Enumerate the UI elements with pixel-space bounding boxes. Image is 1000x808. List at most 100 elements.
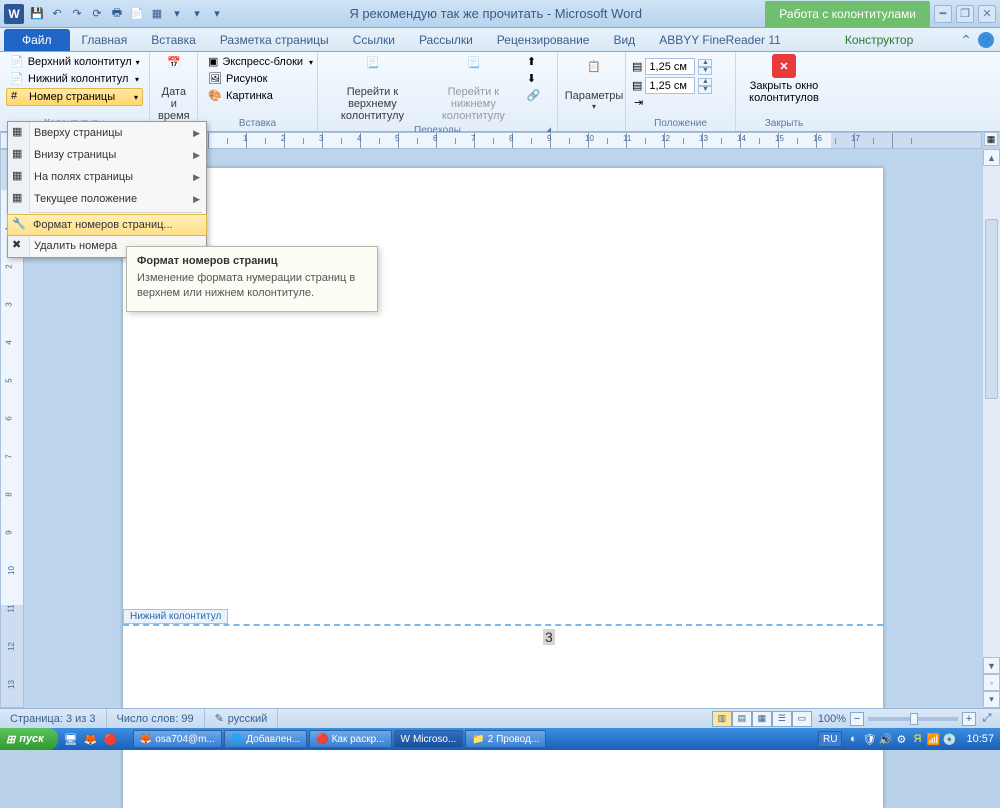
scroll-thumb[interactable] [985, 219, 998, 399]
chrome-icon: 🌐 [231, 734, 243, 745]
page-number-field[interactable]: 3 [543, 629, 555, 645]
task-item[interactable]: 🦊osa704@m... [133, 730, 222, 748]
tab-insert[interactable]: Вставка [139, 29, 208, 51]
close-button[interactable]: ✕ [978, 5, 996, 23]
qat-quickprint-icon[interactable]: 📄 [128, 5, 146, 23]
tab-design-context[interactable]: Конструктор [833, 29, 925, 51]
qat-new-icon[interactable]: ▦ [148, 5, 166, 23]
task-item[interactable]: WMicroso... [394, 730, 464, 748]
insert-tab-button[interactable]: ⇥ [632, 96, 729, 110]
tab-pagelayout[interactable]: Разметка страницы [208, 29, 341, 51]
view-print-layout[interactable]: ▥ [712, 711, 732, 727]
view-web[interactable]: ▦ [752, 711, 772, 727]
status-lang[interactable]: ✎русский [205, 709, 279, 728]
next-page-nav[interactable]: ▾ [983, 691, 1000, 708]
tray-icon[interactable]: 🛡 [862, 732, 876, 746]
file-tab[interactable]: Файл [4, 29, 70, 51]
language-indicator[interactable]: RU [818, 731, 842, 747]
task-item[interactable]: 🌐Добавлен... [224, 730, 307, 748]
view-fullscreen[interactable]: ▤ [732, 711, 752, 727]
tray-icon[interactable]: 📶 [926, 732, 940, 746]
tooltip-body: Изменение формата нумерации страниц в ве… [137, 271, 367, 301]
tab-references[interactable]: Ссылки [341, 29, 407, 51]
picture-button[interactable]: 🖼Рисунок [204, 71, 311, 87]
spin-up[interactable]: ▲ [698, 78, 712, 86]
tray-icon[interactable]: Я [910, 732, 924, 746]
goto-header-button[interactable]: 📃 Перейти к верхнему колонтитулу [324, 54, 421, 124]
menu-page-margins[interactable]: ▦На полях страницы▶ [8, 166, 206, 188]
qat-print-icon[interactable]: 🖶 [108, 5, 126, 23]
ql-firefox-icon[interactable]: 🦊 [82, 730, 100, 748]
tray-icon[interactable]: 🔊 [878, 732, 892, 746]
header-icon: 📄 [10, 55, 24, 69]
scroll-down-button[interactable]: ▼ [983, 657, 1000, 674]
menu-format-page-numbers[interactable]: 🔧Формат номеров страниц... [7, 214, 207, 236]
qat-more-icon[interactable]: ▾ [188, 5, 206, 23]
header-distance-input[interactable] [645, 58, 695, 75]
minimize-ribbon-icon[interactable]: ⌃ [960, 32, 972, 49]
zoom-in-button[interactable]: + [962, 712, 976, 726]
menu-current-position[interactable]: ▦Текущее положение▶ [8, 188, 206, 210]
zoom-fit-button[interactable]: ⤢ [980, 712, 994, 725]
ql-desktop-icon[interactable]: 🖥 [62, 730, 80, 748]
task-item[interactable]: 🔴Как раскр... [309, 730, 391, 748]
view-outline[interactable]: ☰ [772, 711, 792, 727]
link-icon: 🔗 [527, 89, 541, 103]
qat-refresh-icon[interactable]: ⟳ [88, 5, 106, 23]
spin-down[interactable]: ▼ [698, 67, 712, 75]
nav-link-button[interactable]: 🔗 [526, 88, 551, 104]
tray-icon[interactable]: ⚙ [894, 732, 908, 746]
quick-access-toolbar: 💾 ↶ ↷ ⟳ 🖶 📄 ▦ ▾ ▾ ▾ [28, 5, 226, 23]
taskbar-clock[interactable]: 10:57 [960, 733, 1000, 745]
prev-page-nav[interactable]: ◦ [983, 674, 1000, 691]
tab-review[interactable]: Рецензирование [485, 29, 602, 51]
restore-button[interactable]: ❐ [956, 5, 974, 23]
scroll-up-button[interactable]: ▲ [983, 149, 1000, 166]
qat-customize-icon[interactable]: ▾ [208, 5, 226, 23]
nav-next-button[interactable]: ⬇ [526, 71, 551, 87]
tab-abbyy[interactable]: ABBYY FineReader 11 [647, 29, 793, 51]
qat-undo-icon[interactable]: ↶ [48, 5, 66, 23]
tab-home[interactable]: Главная [70, 29, 140, 51]
header-button[interactable]: 📄Верхний колонтитул▾ [6, 54, 143, 70]
menu-top-of-page[interactable]: ▦Вверху страницы▶ [8, 122, 206, 144]
tray-icon[interactable]: 💿 [942, 732, 956, 746]
start-button[interactable]: ⊞пуск [0, 728, 58, 750]
tray-icon[interactable]: ◐ [846, 732, 860, 746]
page-number-button[interactable]: #Номер страницы▾ [6, 88, 143, 106]
ruler-toggle[interactable]: ▦ [984, 132, 998, 146]
tab-view[interactable]: Вид [601, 29, 647, 51]
minimize-button[interactable]: ━ [934, 5, 952, 23]
view-draft[interactable]: ▭ [792, 711, 812, 727]
menu-bottom-of-page[interactable]: ▦Внизу страницы▶ [8, 144, 206, 166]
close-hf-button[interactable]: ✕ Закрыть окно колонтитулов [742, 54, 826, 117]
ql-opera-icon[interactable]: 🔴 [102, 730, 120, 748]
qat-save-icon[interactable]: 💾 [28, 5, 46, 23]
task-item[interactable]: 📁2 Провод... [465, 730, 546, 748]
spin-up[interactable]: ▲ [698, 59, 712, 67]
qat-open-icon[interactable]: ▾ [168, 5, 186, 23]
clipart-button[interactable]: 🎨Картинка [204, 88, 311, 104]
group-datetime: 📅 Дата и время [150, 52, 198, 131]
nav-prev-button[interactable]: ⬆ [526, 54, 551, 70]
zoom-knob[interactable] [910, 713, 918, 725]
help-icon[interactable]: ? [978, 32, 994, 48]
opera-icon: 🔴 [316, 734, 328, 745]
zoom-slider[interactable] [868, 717, 958, 721]
footer-distance-input[interactable] [645, 77, 695, 94]
zoom-value[interactable]: 100% [818, 713, 846, 725]
quickparts-button[interactable]: ▣Экспресс-блоки▾ [204, 54, 311, 70]
spin-down[interactable]: ▼ [698, 86, 712, 94]
calendar-icon: 📅 [160, 56, 188, 84]
footer-button[interactable]: 📄Нижний колонтитул▾ [6, 71, 143, 87]
datetime-button[interactable]: 📅 Дата и время [156, 54, 192, 124]
qat-redo-icon[interactable]: ↷ [68, 5, 86, 23]
zoom-out-button[interactable]: − [850, 712, 864, 726]
windows-logo-icon: ⊞ [6, 733, 15, 746]
tab-mailings[interactable]: Рассылки [407, 29, 485, 51]
vertical-scrollbar[interactable]: ▲ ▼ ◦ ▾ [982, 149, 1000, 708]
status-words[interactable]: Число слов: 99 [107, 709, 205, 728]
folder-icon: 📁 [472, 734, 484, 745]
options-button[interactable]: 📋 Параметры ▾ [564, 54, 624, 117]
status-page[interactable]: Страница: 3 из 3 [0, 709, 107, 728]
